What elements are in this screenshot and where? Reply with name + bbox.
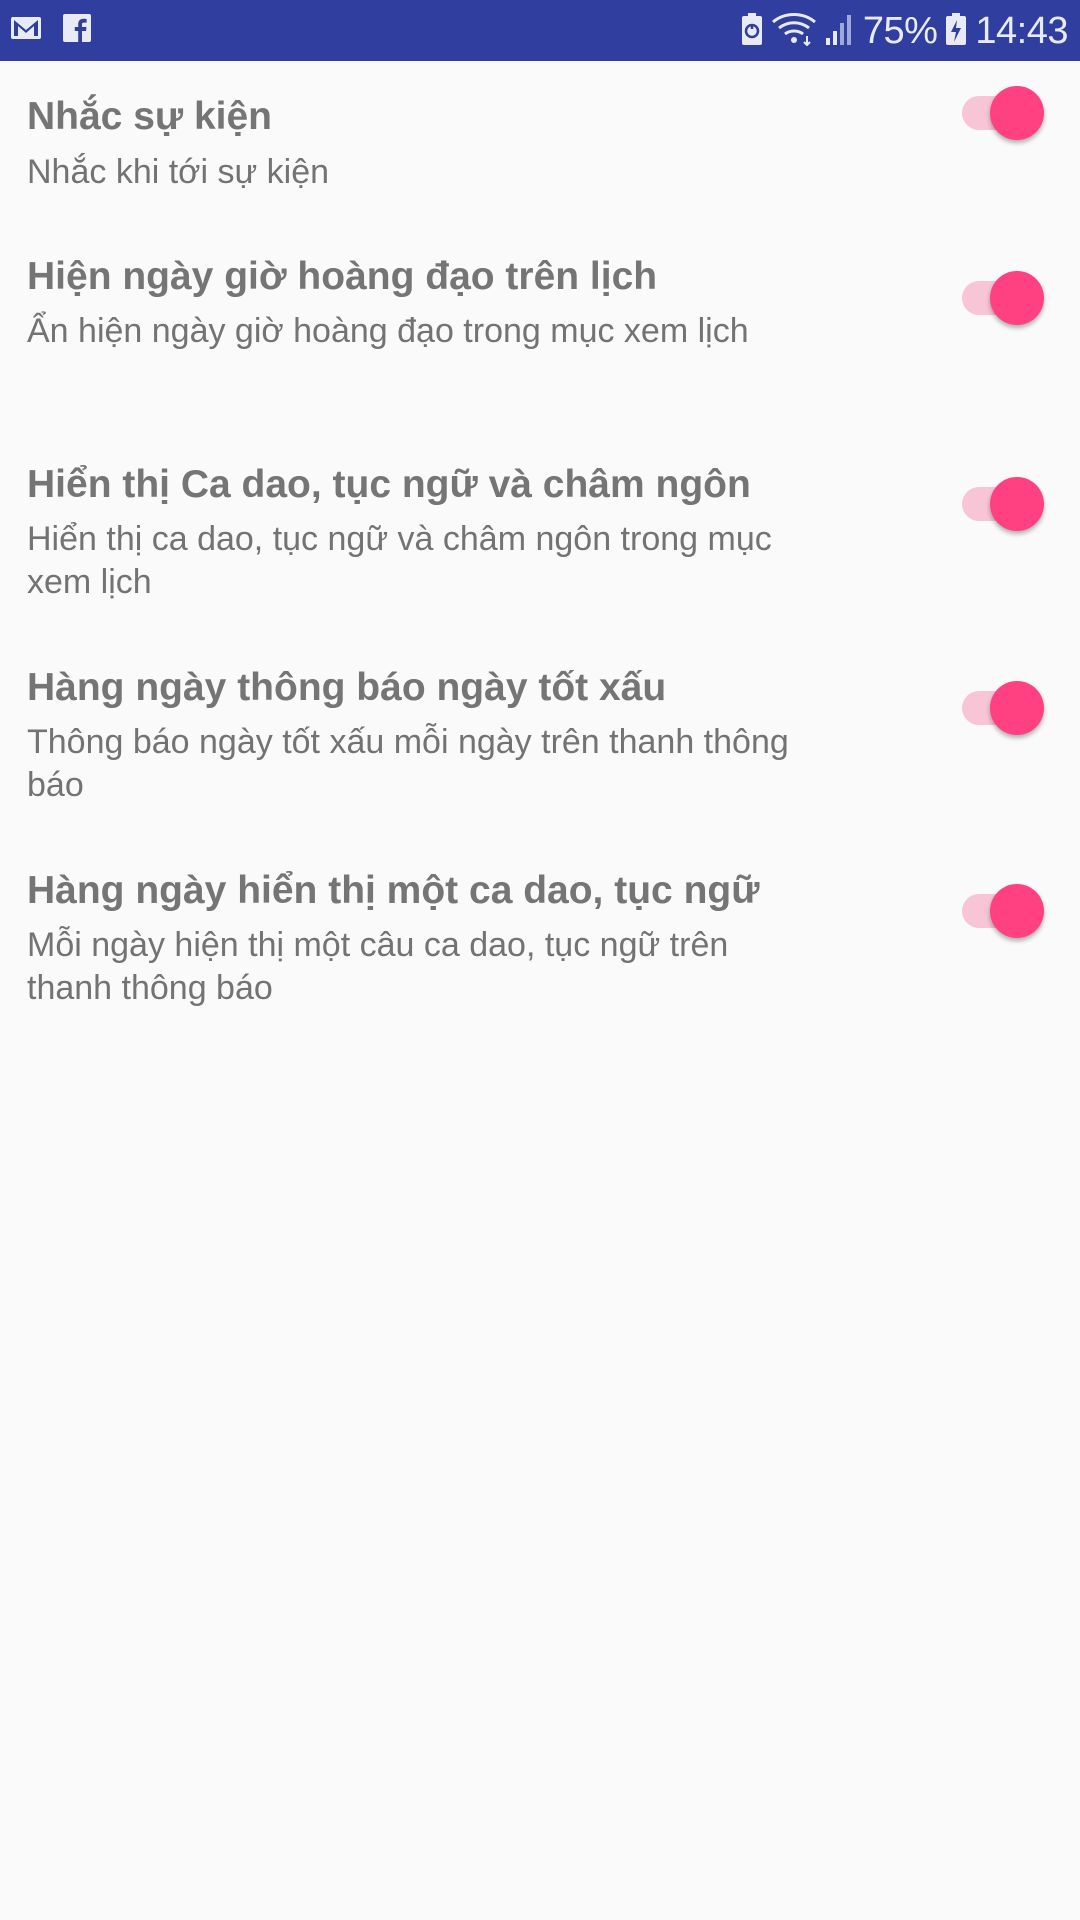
setting-daily-good-bad-notification[interactable]: Hàng ngày thông báo ngày tốt xấu Thông b…: [0, 629, 1080, 832]
notification-icons: [10, 13, 112, 43]
proverbs-display-switch[interactable]: [960, 471, 1046, 531]
setting-title: Hàng ngày hiển thị một ca dao, tục ngữ: [27, 869, 760, 912]
status-bar: 75% 14:43: [0, 0, 1080, 61]
switch-thumb: [990, 86, 1044, 140]
setting-summary: Ẩn hiện ngày giờ hoàng đạo trong mục xem…: [27, 312, 749, 350]
signal-icon: [825, 12, 855, 51]
setting-title: Hiển thị Ca dao, tục ngữ và châm ngôn: [27, 463, 751, 506]
setting-auspicious-days[interactable]: Hiện ngày giờ hoàng đạo trên lịch Ẩn hiệ…: [0, 218, 1080, 426]
setting-summary: Thông báo ngày tốt xấu mỗi ngày trên tha…: [27, 723, 789, 804]
wifi-icon: [771, 12, 817, 51]
event-reminder-switch[interactable]: [960, 80, 1046, 140]
switch-thumb: [990, 681, 1044, 735]
setting-proverbs-display[interactable]: Hiển thị Ca dao, tục ngữ và châm ngôn Hi…: [0, 426, 1080, 629]
setting-title: Nhắc sự kiện: [27, 95, 273, 138]
setting-title: Hiện ngày giờ hoàng đạo trên lịch: [27, 255, 658, 298]
setting-title: Hàng ngày thông báo ngày tốt xấu: [27, 666, 667, 709]
setting-daily-proverb-notification[interactable]: Hàng ngày hiển thị một ca dao, tục ngữ M…: [0, 832, 1080, 1035]
system-status: 75% 14:43: [741, 8, 1068, 54]
daily-good-bad-switch[interactable]: [960, 675, 1046, 735]
battery-percent: 75%: [862, 9, 938, 52]
battery-icon: [945, 12, 967, 51]
setting-summary: Hiển thị ca dao, tục ngữ và châm ngôn tr…: [27, 520, 772, 601]
daily-proverb-switch[interactable]: [960, 878, 1046, 938]
setting-event-reminder[interactable]: Nhắc sự kiện Nhắc khi tới sự kiện: [0, 61, 1080, 218]
facebook-icon: [62, 13, 92, 43]
setting-summary: Mỗi ngày hiện thị một câu ca dao, tục ng…: [27, 926, 729, 1007]
switch-thumb: [990, 884, 1044, 938]
clock: 14:43: [975, 9, 1068, 52]
setting-summary: Nhắc khi tới sự kiện: [27, 153, 330, 191]
switch-thumb: [990, 271, 1044, 325]
auspicious-days-switch[interactable]: [960, 265, 1046, 325]
gmail-icon: [10, 15, 42, 41]
switch-thumb: [990, 477, 1044, 531]
battery-saver-icon: [741, 12, 763, 51]
